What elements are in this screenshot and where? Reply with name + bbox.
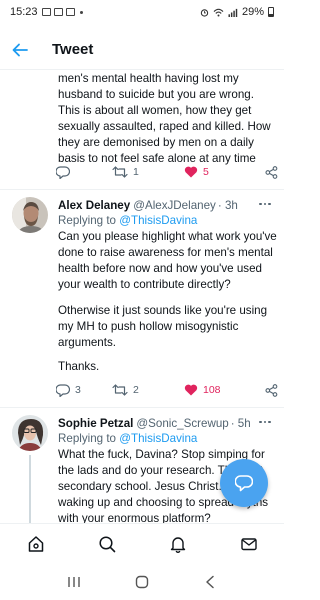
author-handle[interactable]: @AlexJDelaney (133, 199, 216, 212)
reply-button[interactable] (56, 165, 112, 179)
tweet-thread[interactable]: men's mental health having lost my husba… (0, 71, 284, 523)
like-button[interactable]: 108 (184, 384, 256, 396)
retweet-icon (112, 166, 128, 178)
share-icon (265, 383, 278, 397)
mail-notification-icon (65, 8, 75, 16)
wifi-icon (213, 8, 224, 16)
avatar[interactable] (12, 415, 48, 451)
signal-icon (228, 8, 238, 17)
reply-icon (56, 383, 70, 397)
home-icon (28, 535, 43, 552)
tweet-text: men's mental health having lost my husba… (58, 72, 271, 165)
replying-to: Replying to @ThisisDavina (58, 431, 280, 447)
more-options-button[interactable] (256, 197, 274, 211)
bottom-navigation (0, 523, 284, 563)
app-header: Tweet (0, 30, 284, 70)
avatar[interactable] (12, 197, 48, 233)
like-count: 5 (203, 166, 209, 178)
share-button[interactable] (265, 165, 278, 179)
nav-messages[interactable] (229, 524, 269, 564)
arrow-left-icon (12, 43, 28, 56)
replying-to-label: Replying to (58, 432, 117, 445)
heart-icon (184, 384, 198, 396)
home-circle-icon (135, 575, 149, 588)
recent-apps-button[interactable] (59, 567, 89, 597)
retweet-button[interactable]: 2 (112, 384, 184, 396)
reply-fab-button[interactable] (220, 459, 268, 507)
system-navigation (0, 563, 284, 600)
notification-icons (41, 8, 83, 16)
retweet-count: 2 (133, 384, 139, 396)
like-count: 108 (203, 384, 221, 396)
divider (0, 407, 284, 408)
avatar-image (12, 197, 48, 233)
like-button[interactable]: 5 (184, 166, 256, 178)
more-notifications-icon (79, 10, 83, 14)
recent-apps-icon (68, 576, 80, 587)
home-system-button[interactable] (127, 567, 157, 597)
nav-home[interactable] (16, 524, 56, 564)
replying-to-handle[interactable]: @ThisisDavina (119, 432, 197, 445)
more-dots-icon (259, 202, 262, 206)
replying-to-label: Replying to (58, 214, 117, 227)
avatar-image (12, 415, 48, 451)
retweet-icon (112, 384, 128, 396)
more-options-button[interactable] (256, 415, 274, 429)
alarm-icon (200, 8, 209, 17)
nav-search[interactable] (87, 524, 127, 564)
status-right: 29% (200, 6, 274, 18)
search-icon (98, 535, 115, 552)
retweet-count: 1 (133, 166, 139, 178)
divider (0, 189, 284, 190)
replying-to-handle[interactable]: @ThisisDavina (119, 214, 197, 227)
tweet-time: · 3h (217, 198, 238, 212)
author-name[interactable]: Sophie Petzal (58, 417, 133, 430)
mail-notification-icon (53, 8, 63, 16)
tweet-header: Sophie Petzal @Sonic_Screwup · 5h (58, 415, 280, 431)
status-time: 15:23 (10, 6, 38, 18)
tweet-text: Otherwise it just sounds like you're usi… (58, 304, 268, 349)
compose-reply-icon (235, 475, 253, 492)
tweet-text: Can you please highlight what work you'v… (58, 230, 277, 291)
author-handle[interactable]: @Sonic_Screwup (136, 417, 228, 430)
reply-count: 3 (75, 384, 81, 396)
share-button[interactable] (265, 383, 278, 397)
more-dots-icon (259, 420, 262, 424)
share-icon (265, 165, 278, 179)
tweet-actions: 3 2 108 (56, 380, 278, 400)
reply-button[interactable]: 3 (56, 383, 112, 397)
nav-notifications[interactable] (158, 524, 198, 564)
page-title: Tweet (52, 41, 94, 58)
tweet-header: Alex Delaney @AlexJDelaney · 3h (58, 197, 280, 213)
reply-icon (56, 165, 70, 179)
back-button[interactable] (0, 30, 40, 70)
back-system-button[interactable] (195, 567, 225, 597)
tweet-text: Thanks. (58, 360, 100, 373)
battery-icon (268, 7, 274, 17)
status-bar: 15:23 29% (0, 0, 284, 24)
gallery-notification-icon (41, 8, 51, 16)
tweet-time: · 5h (230, 416, 251, 430)
author-name[interactable]: Alex Delaney (58, 199, 130, 212)
bell-icon (170, 536, 185, 553)
battery-percent: 29% (241, 6, 264, 18)
tweet-actions: 1 5 (56, 162, 278, 182)
back-chevron-icon (206, 575, 214, 588)
mail-icon (240, 537, 257, 550)
heart-icon (184, 166, 198, 178)
replying-to: Replying to @ThisisDavina (58, 213, 280, 229)
retweet-button[interactable]: 1 (112, 166, 184, 178)
tweet-reply[interactable]: Alex Delaney @AlexJDelaney · 3h Replying… (0, 197, 284, 397)
thread-line (29, 455, 31, 523)
